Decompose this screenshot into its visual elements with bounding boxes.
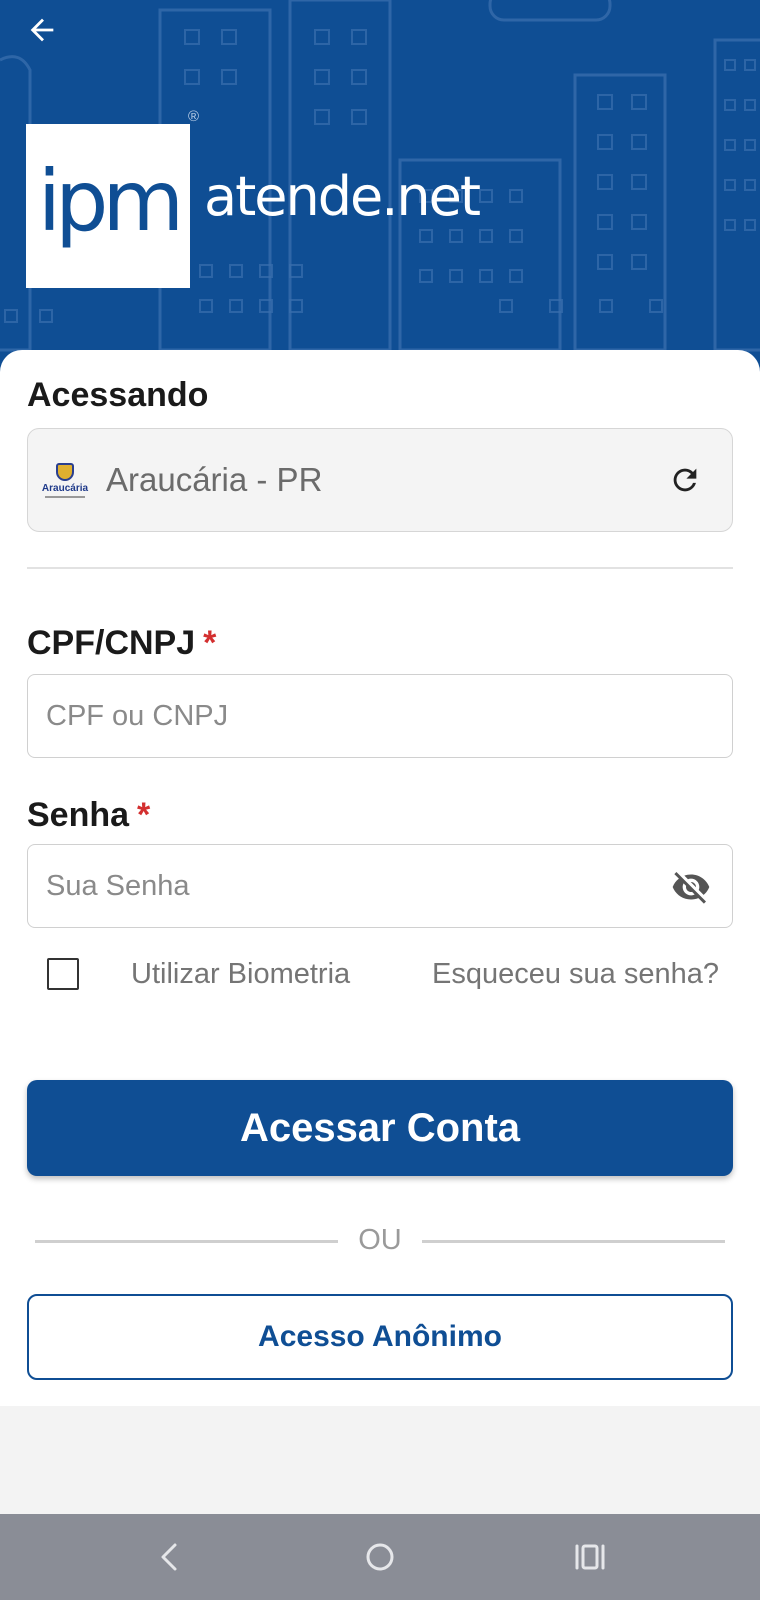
or-separator: OU [35,1222,725,1262]
biometric-checkbox[interactable] [47,958,79,990]
city-logo: Araucária [38,458,92,502]
ipm-logo: ipm [26,124,190,288]
brand-name: atende.net [204,165,481,228]
forgot-password-link[interactable]: Esqueceu sua senha? [432,958,719,991]
nav-home-button[interactable] [355,1534,405,1580]
required-mark: * [137,796,151,834]
ipm-logo-text: ipm [37,152,185,250]
required-mark: * [203,624,217,662]
section-divider [27,567,733,569]
arrow-left-icon [30,18,54,42]
header-banner: ipm ® atende.net [0,0,760,390]
back-button[interactable] [20,8,64,52]
city-name: Araucária - PR [106,461,323,498]
password-input[interactable] [28,845,732,927]
cpf-label: CPF/CNPJ * [27,624,216,663]
login-card: Acessando Araucária Araucária - PR CPF/C… [0,350,760,1406]
city-crest-icon [56,462,74,481]
eye-off-icon[interactable] [670,867,712,907]
accessing-label: Acessando [27,376,209,414]
city-logo-text: Araucária [41,482,89,494]
cpf-label-text: CPF/CNPJ [27,624,196,662]
password-label: Senha * [27,796,150,835]
refresh-icon[interactable] [668,463,702,497]
nav-recents-icon [575,1544,605,1570]
login-options-row: Utilizar Biometria Esqueceu sua senha? [27,946,733,1002]
or-line-right [422,1240,725,1243]
anonymous-access-button[interactable]: Acesso Anônimo [27,1294,733,1380]
nav-home-icon [366,1543,394,1571]
cpf-input[interactable] [28,675,732,757]
registered-mark: ® [188,108,200,125]
login-button[interactable]: Acessar Conta [27,1080,733,1176]
nav-recents-button[interactable] [565,1534,615,1580]
cpf-field[interactable] [27,674,733,758]
nav-back-icon [161,1543,177,1571]
password-label-text: Senha [27,796,130,834]
system-nav-bar [0,1514,760,1600]
biometric-label[interactable]: Utilizar Biometria [131,958,350,991]
nav-back-button[interactable] [145,1534,195,1580]
city-selector[interactable]: Araucária Araucária - PR [27,428,733,532]
password-field[interactable] [27,844,733,928]
